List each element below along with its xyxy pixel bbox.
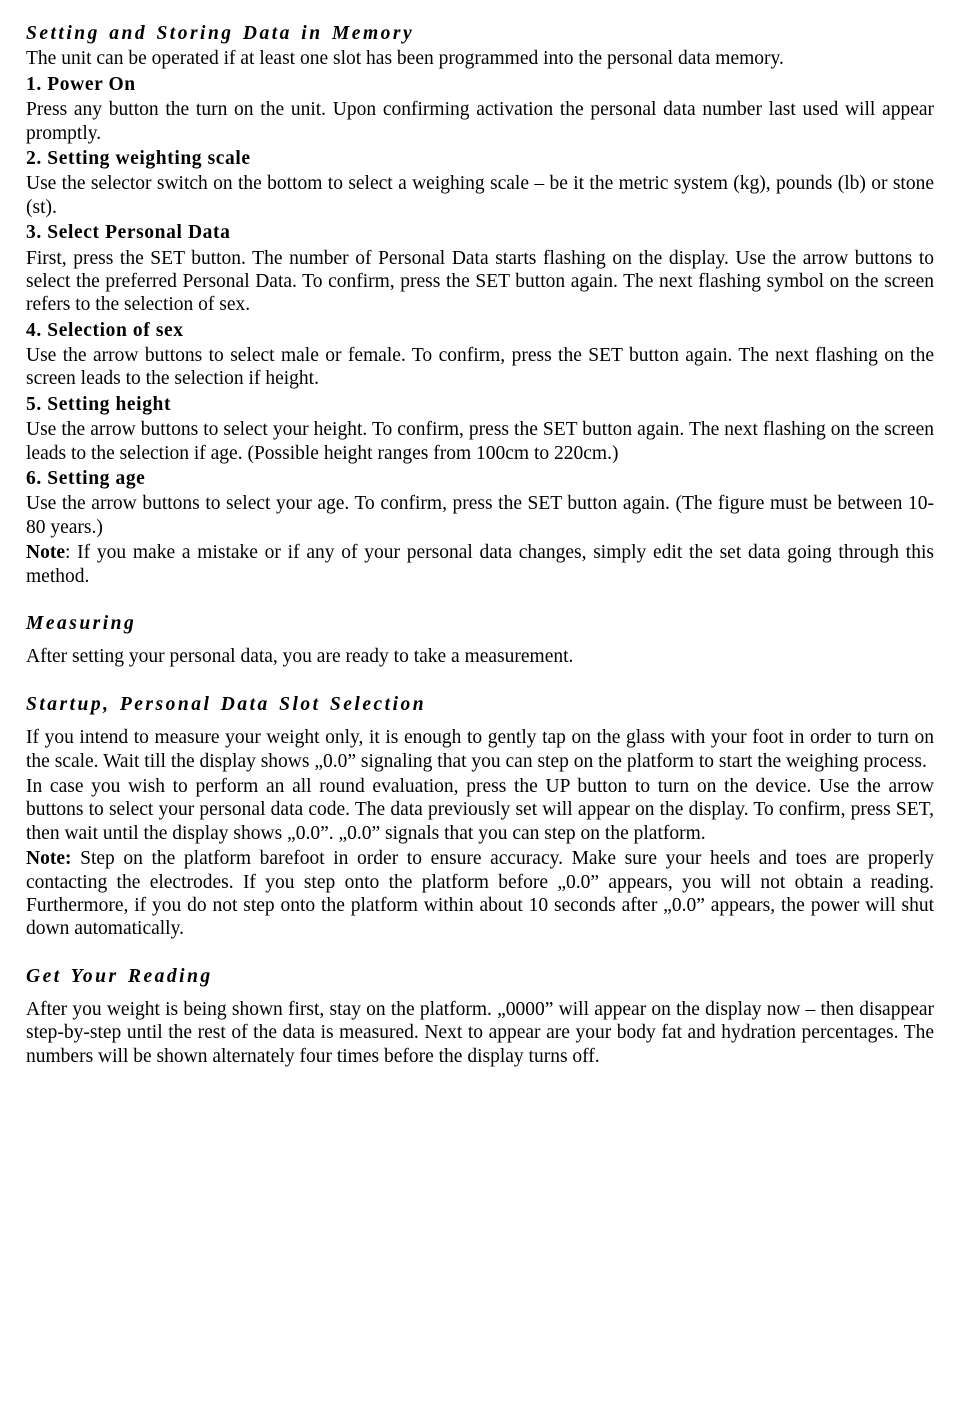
note-paragraph-2: Note: Step on the platform barefoot in o… bbox=[26, 847, 934, 941]
startup-p2: In case you wish to perform an all round… bbox=[26, 775, 934, 845]
section-title-measuring: Measuring bbox=[26, 612, 934, 635]
step-3-text: First, press the SET button. The number … bbox=[26, 247, 934, 317]
step-1-heading: 1. Power On bbox=[26, 73, 934, 96]
step-5-heading: 5. Setting height bbox=[26, 393, 934, 416]
step-1-text: Press any button the turn on the unit. U… bbox=[26, 98, 934, 145]
note-text: : If you make a mistake or if any of you… bbox=[26, 542, 934, 586]
startup-p1: If you intend to measure your weight onl… bbox=[26, 726, 934, 773]
step-3-heading: 3. Select Personal Data bbox=[26, 221, 934, 244]
step-4-heading: 4. Selection of sex bbox=[26, 319, 934, 342]
section-title-get-reading: Get Your Reading bbox=[26, 965, 934, 988]
step-2-heading: 2. Setting weighting scale bbox=[26, 147, 934, 170]
note-paragraph-1: Note: If you make a mistake or if any of… bbox=[26, 541, 934, 588]
step-6-heading: 6. Setting age bbox=[26, 467, 934, 490]
step-5-text: Use the arrow buttons to select your hei… bbox=[26, 418, 934, 465]
measuring-text: After setting your personal data, you ar… bbox=[26, 645, 934, 668]
step-4-text: Use the arrow buttons to select male or … bbox=[26, 344, 934, 391]
section-title-setting-storing: Setting and Storing Data in Memory bbox=[26, 22, 934, 45]
intro-paragraph: The unit can be operated if at least one… bbox=[26, 47, 934, 70]
step-6-text: Use the arrow buttons to select your age… bbox=[26, 492, 934, 539]
step-2-text: Use the selector switch on the bottom to… bbox=[26, 172, 934, 219]
get-reading-text: After you weight is being shown first, s… bbox=[26, 998, 934, 1068]
note-label: Note bbox=[26, 542, 65, 563]
note-text: Step on the platform barefoot in order t… bbox=[26, 848, 934, 939]
note-label: Note: bbox=[26, 848, 71, 869]
section-title-startup: Startup, Personal Data Slot Selection bbox=[26, 693, 934, 716]
